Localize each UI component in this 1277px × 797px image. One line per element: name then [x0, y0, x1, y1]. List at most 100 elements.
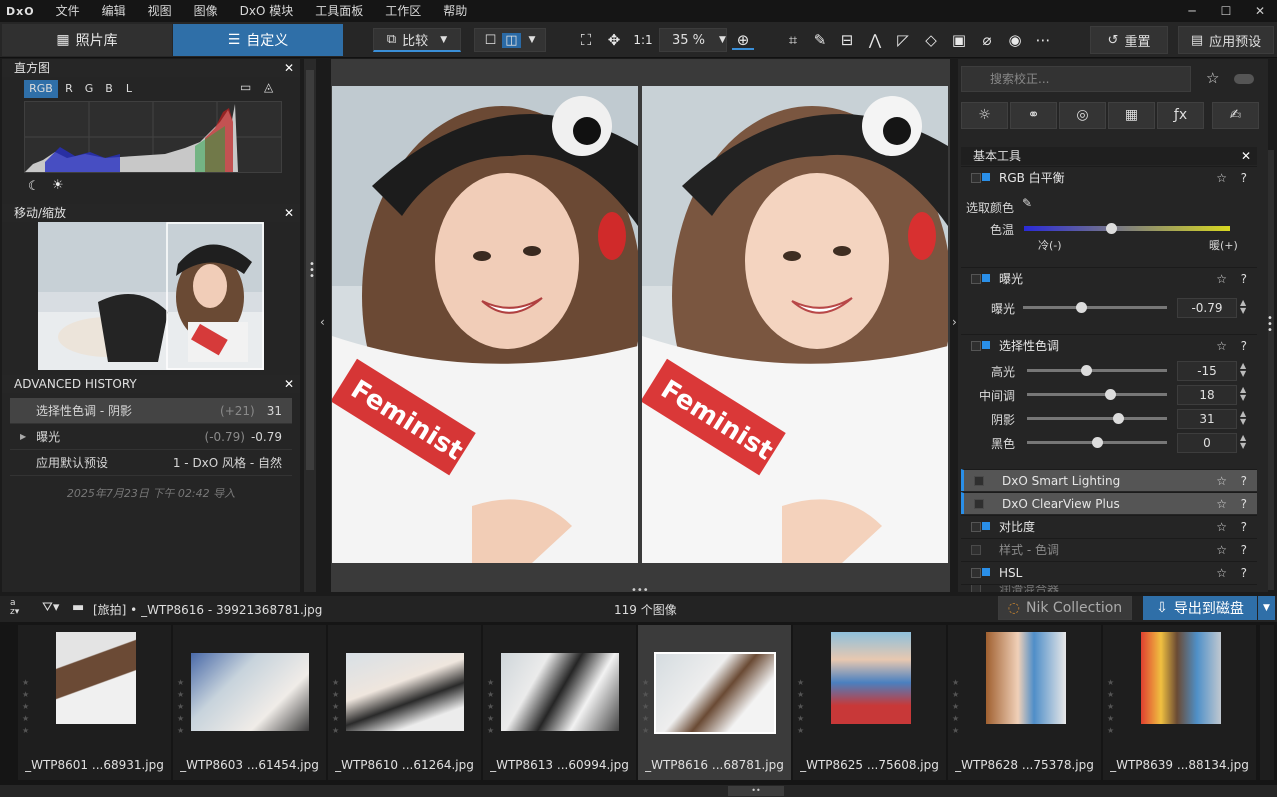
help-icon[interactable]: ?: [1241, 520, 1247, 534]
export-to-disk-button[interactable]: ⇩ 导出到磁盘: [1143, 596, 1257, 620]
rating-stars[interactable]: ★ ★ ★ ★ ★: [642, 677, 649, 737]
help-icon[interactable]: ?: [1241, 497, 1247, 511]
film-thumbnail[interactable]: ★ ★ ★ ★ ★ _WTP8603 ...61454.jpg: [173, 625, 326, 780]
slider-knob[interactable]: [1092, 437, 1103, 448]
stepper-icon[interactable]: ▲ ▼: [1240, 386, 1246, 402]
tool-toggle[interactable]: [971, 585, 981, 592]
channel-r[interactable]: R: [60, 80, 78, 98]
tool-toggle[interactable]: [971, 273, 990, 284]
tool-toggle[interactable]: [971, 567, 990, 578]
tool-hsl[interactable]: HSL ☆?: [961, 561, 1257, 583]
tool-smart-lighting[interactable]: DxO Smart Lighting ☆?: [961, 469, 1257, 491]
history-row[interactable]: ▶ 曝光 (-0.79) -0.79: [10, 424, 292, 450]
warp-icon[interactable]: ◇: [920, 30, 942, 50]
close-icon[interactable]: ✕: [284, 59, 294, 77]
filmstrip[interactable]: ★ ★ ★ ★ ★ _WTP8601 ...68931.jpg ★ ★ ★ ★ ★ _WTP86…: [0, 622, 1277, 785]
menu-image[interactable]: 图像: [183, 0, 229, 22]
tool-toggle[interactable]: [971, 544, 981, 555]
tool-style-tone[interactable]: 样式 - 色调 ☆?: [961, 538, 1257, 560]
menu-workspace[interactable]: 工作区: [374, 0, 432, 22]
moon-icon[interactable]: ☾: [28, 179, 40, 194]
mask-icon[interactable]: ⋯: [1032, 30, 1054, 50]
reset-button[interactable]: ↺ 重置: [1090, 26, 1168, 54]
star-icon[interactable]: ☆: [1216, 474, 1227, 488]
rating-stars[interactable]: ★ ★ ★ ★ ★: [797, 677, 804, 737]
expand-icon[interactable]: ▶: [20, 432, 26, 441]
stepper-icon[interactable]: ▲ ▼: [1240, 299, 1246, 315]
sort-icon[interactable]: a z▾: [10, 599, 19, 617]
slider-knob[interactable]: [1075, 302, 1087, 313]
tool-white-balance[interactable]: RGB 白平衡 ☆?: [961, 166, 1257, 188]
right-scrollbar[interactable]: [1268, 150, 1274, 590]
help-icon[interactable]: ?: [1241, 272, 1247, 286]
tool-toggle[interactable]: [974, 475, 984, 486]
close-icon[interactable]: ✕: [284, 204, 294, 222]
crop-icon[interactable]: ⌗: [782, 30, 804, 50]
collapse-left-icon[interactable]: ‹: [320, 315, 325, 329]
gamut-icon[interactable]: ◬: [264, 80, 273, 94]
crop-fit-icon[interactable]: ⛶: [575, 30, 597, 50]
menu-tool-panels[interactable]: 工具面板: [304, 0, 374, 22]
slider-track[interactable]: [1027, 369, 1167, 372]
help-icon[interactable]: ?: [1241, 339, 1247, 353]
horizon-icon[interactable]: ⊟: [836, 30, 858, 50]
film-thumbnail[interactable]: ★ ★ ★ ★ ★ _WTP8601 ...68931.jpg: [18, 625, 171, 780]
history-row[interactable]: 应用默认预设 1 - DxO 风格 - 自然: [10, 450, 292, 476]
zoom-select[interactable]: 35 % ▼: [659, 28, 727, 52]
filter-icon[interactable]: ⛛▾: [42, 600, 59, 615]
light-tab-icon[interactable]: ☼: [961, 102, 1008, 129]
tool-toggle[interactable]: [974, 498, 984, 509]
star-icon[interactable]: ☆: [1216, 566, 1227, 580]
rating-stars[interactable]: ★ ★ ★ ★ ★: [1107, 677, 1114, 737]
star-icon[interactable]: ☆: [1216, 543, 1227, 557]
highlights-value[interactable]: -15: [1177, 361, 1237, 381]
navigator-preview[interactable]: [38, 222, 264, 370]
star-icon[interactable]: ☆: [1216, 339, 1227, 353]
shadows-value[interactable]: 31: [1177, 409, 1237, 429]
effects-tab-icon[interactable]: ƒx: [1157, 102, 1204, 129]
image-viewer[interactable]: Feminist Feminist ‹ › •••: [320, 59, 957, 596]
drag-handle-icon[interactable]: •••: [631, 585, 649, 596]
eyedropper-icon[interactable]: ✎: [1022, 196, 1032, 210]
collapse-right-icon[interactable]: ›: [952, 315, 957, 329]
rating-stars[interactable]: ★ ★ ★ ★ ★: [332, 677, 339, 737]
film-thumbnail[interactable]: ★ ★ ★ ★ ★ _WTP8613 ...60994.jpg: [483, 625, 636, 780]
channel-b[interactable]: B: [100, 80, 118, 98]
compare-button[interactable]: ⧉ 比较 ▼: [373, 28, 461, 52]
star-icon[interactable]: ☆: [1216, 272, 1227, 286]
tool-contrast[interactable]: 对比度 ☆?: [961, 515, 1257, 537]
filmstrip-scrollbar[interactable]: ••: [0, 785, 1277, 797]
perspective-icon[interactable]: ⋀: [864, 30, 886, 50]
history-row[interactable]: 选择性色调 - 阴影 (+21) 31: [10, 398, 292, 424]
move-icon[interactable]: ✥: [603, 30, 625, 50]
film-thumbnail[interactable]: ★ ★ ★ ★ ★ _WTP8610 ...61264.jpg: [328, 625, 481, 780]
star-icon[interactable]: ☆: [1216, 497, 1227, 511]
exposure-value[interactable]: -0.79: [1177, 298, 1237, 318]
volume-icon[interactable]: ◸: [892, 30, 914, 50]
repair-icon[interactable]: ⌀: [976, 30, 998, 50]
rating-stars[interactable]: ★ ★ ★ ★ ★: [952, 677, 959, 737]
close-icon[interactable]: ✕: [284, 375, 294, 393]
slider-knob[interactable]: [1080, 365, 1092, 376]
rating-stars[interactable]: ★ ★ ★ ★ ★: [177, 677, 184, 737]
detail-tab-icon[interactable]: ◎: [1059, 102, 1106, 129]
apply-preset-button[interactable]: ▤ 应用预设: [1178, 26, 1274, 54]
geometry-tab-icon[interactable]: ▦: [1108, 102, 1155, 129]
channel-l[interactable]: L: [120, 80, 138, 98]
eye-icon[interactable]: ◉: [1004, 30, 1026, 50]
tool-exposure[interactable]: 曝光 ☆?: [961, 267, 1257, 289]
film-thumbnail-selected[interactable]: ★ ★ ★ ★ ★ _WTP8616 ...68781.jpg: [638, 625, 791, 780]
exposure-slider[interactable]: 曝光 -0.79 ▲ ▼: [961, 296, 1257, 320]
temperature-slider-knob[interactable]: [1105, 223, 1117, 234]
menu-dxo-modules[interactable]: DxO 模块: [229, 0, 305, 22]
slider-track[interactable]: [1023, 306, 1167, 309]
star-icon[interactable]: ☆: [1206, 69, 1219, 87]
midtones-value[interactable]: 18: [1177, 385, 1237, 405]
slider-track[interactable]: [1027, 393, 1167, 396]
color-tab-icon[interactable]: ⚭: [1010, 102, 1057, 129]
slider-knob[interactable]: [1104, 389, 1116, 400]
drag-handle-icon[interactable]: •••: [309, 260, 315, 282]
view-mode-button[interactable]: ☐ ◫ ▼: [474, 28, 546, 52]
stepper-icon[interactable]: ▲ ▼: [1240, 434, 1246, 450]
maximize-icon[interactable]: ☐: [1209, 0, 1243, 22]
